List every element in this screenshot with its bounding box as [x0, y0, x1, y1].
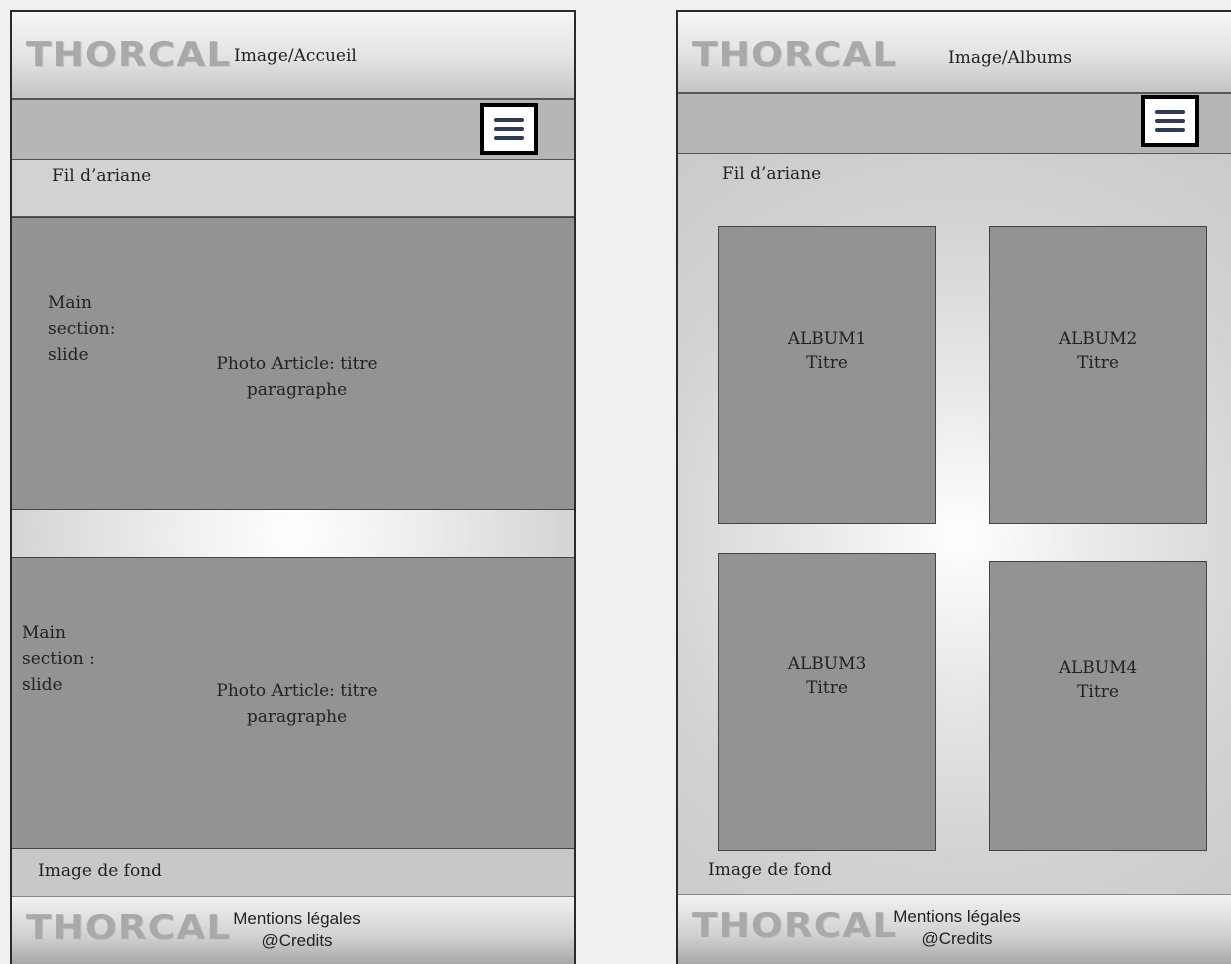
album-card[interactable]: ALBUM4 Titre [989, 561, 1207, 851]
footer-links: Mentions légales @Credits [862, 906, 1052, 950]
thorcal-logo[interactable]: THORCAL [26, 38, 231, 72]
album-text: ALBUM2 Titre [990, 227, 1206, 375]
menu-bar [1155, 119, 1185, 123]
album-text: ALBUM1 Titre [719, 227, 935, 375]
background-image-label: Image de fond [38, 861, 163, 881]
background-band: Image de fond [12, 849, 574, 898]
header: THORCAL Image/Albums [678, 12, 1231, 94]
album-card[interactable]: ALBUM2 Titre [989, 226, 1207, 524]
menu-bar [494, 118, 524, 122]
nav-bar [12, 100, 574, 160]
footer: THORCAL Mentions légales @Credits [12, 896, 574, 964]
album-name: ALBUM2 [1058, 329, 1138, 349]
main-section-slide[interactable]: Main section : slide Photo Article: titr… [12, 557, 574, 849]
nav-bar [678, 94, 1231, 154]
footer: THORCAL Mentions légales @Credits [678, 894, 1231, 964]
slide-label: Main section: slide [48, 293, 116, 365]
album-card[interactable]: ALBUM1 Titre [718, 226, 936, 524]
mockup-accueil: THORCAL Image/Accueil Fil d’ariane Main … [10, 10, 576, 964]
background-image-label: Image de fond [708, 860, 833, 880]
album-text: ALBUM3 Titre [719, 554, 935, 700]
album-name: ALBUM3 [787, 654, 867, 674]
album-title: Titre [1077, 353, 1119, 373]
thorcal-logo[interactable]: THORCAL [692, 38, 897, 72]
menu-bar [1155, 110, 1185, 114]
mockup-albums: THORCAL Image/Albums Fil d’ariane ALBUM1… [676, 10, 1231, 964]
legal-notice-link[interactable]: Mentions légales [202, 908, 392, 930]
photo-article[interactable]: Photo Article: titre paragraphe [162, 351, 432, 403]
album-title: Titre [806, 678, 848, 698]
main-section-slide[interactable]: Main section: slide Photo Article: titre… [12, 217, 574, 510]
article-title: Photo Article: titre [216, 354, 378, 374]
page-title: Image/Accueil [234, 46, 357, 66]
footer-logo: THORCAL [26, 908, 232, 948]
article-paragraph: paragraphe [246, 707, 348, 727]
menu-bar [1155, 128, 1185, 132]
album-title: Titre [1077, 682, 1119, 702]
section-gap [12, 510, 574, 557]
menu-bar [494, 127, 524, 131]
page-title: Image/Albums [948, 48, 1073, 68]
photo-article[interactable]: Photo Article: titre paragraphe [162, 678, 432, 730]
breadcrumb[interactable]: Fil d’ariane [52, 166, 151, 186]
album-name: ALBUM1 [787, 329, 867, 349]
album-title: Titre [806, 353, 848, 373]
hamburger-menu-icon[interactable] [480, 103, 538, 155]
credits-link[interactable]: @Credits [202, 930, 392, 952]
article-title: Photo Article: titre [216, 681, 378, 701]
album-name: ALBUM4 [1058, 658, 1138, 678]
header: THORCAL Image/Accueil [12, 12, 574, 100]
album-text: ALBUM4 Titre [990, 562, 1206, 704]
credits-link[interactable]: @Credits [862, 928, 1052, 950]
menu-bar [494, 136, 524, 140]
album-card[interactable]: ALBUM3 Titre [718, 553, 936, 851]
hamburger-menu-icon[interactable] [1141, 95, 1199, 147]
footer-links: Mentions légales @Credits [202, 908, 392, 952]
breadcrumb-bar: Fil d’ariane [12, 160, 574, 217]
article-paragraph: paragraphe [246, 380, 348, 400]
breadcrumb[interactable]: Fil d’ariane [722, 164, 821, 184]
legal-notice-link[interactable]: Mentions légales [862, 906, 1052, 928]
slide-label: Main section : slide [22, 623, 95, 695]
